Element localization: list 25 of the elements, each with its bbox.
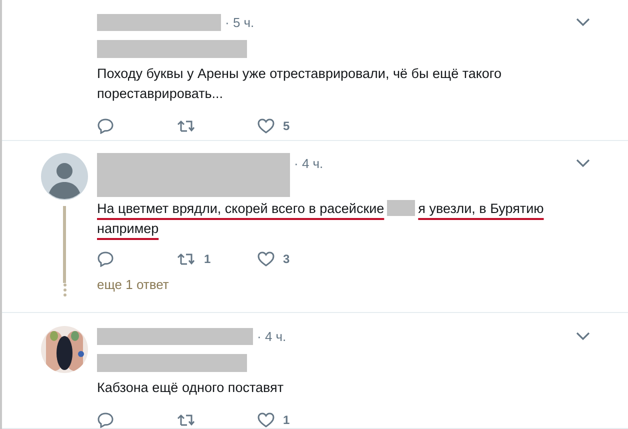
chevron-down-icon[interactable] <box>576 18 590 26</box>
retweet-icon <box>177 413 196 427</box>
show-replies-link[interactable]: еще 1 ответ <box>97 277 169 292</box>
tweet-text: На цветмет врядли, скорей всего в расейские я увезли, в Бурятию например <box>97 199 545 238</box>
chevron-down-icon[interactable] <box>576 332 590 340</box>
like-button[interactable]: 1 <box>257 412 337 428</box>
retweet-icon <box>177 119 196 133</box>
heart-icon <box>257 251 275 267</box>
like-button[interactable]: 5 <box>257 118 337 134</box>
retweet-icon <box>177 252 196 266</box>
reply-icon <box>97 412 114 428</box>
chevron-down-icon[interactable] <box>576 158 590 168</box>
more-dots-icon <box>62 283 66 297</box>
heart-icon <box>257 412 275 428</box>
reply-icon <box>97 251 114 267</box>
tweet-text: Походу буквы у Арены уже отреставрировали, чё бы ещё такого пореставрировать... <box>97 65 503 103</box>
reply-icon <box>97 118 114 134</box>
tweet-text: Кабзона ещё одного поставят <box>97 379 285 397</box>
retweet-button[interactable]: 1 <box>177 251 257 267</box>
like-button[interactable]: 3 <box>257 251 337 267</box>
tweet-time: · 4 ч. <box>294 156 324 170</box>
tweet-time: · 4 ч. <box>257 328 286 344</box>
tweet-time: · 5 ч. <box>225 14 254 30</box>
default-avatar-icon[interactable] <box>41 153 88 200</box>
heart-icon <box>257 118 275 134</box>
